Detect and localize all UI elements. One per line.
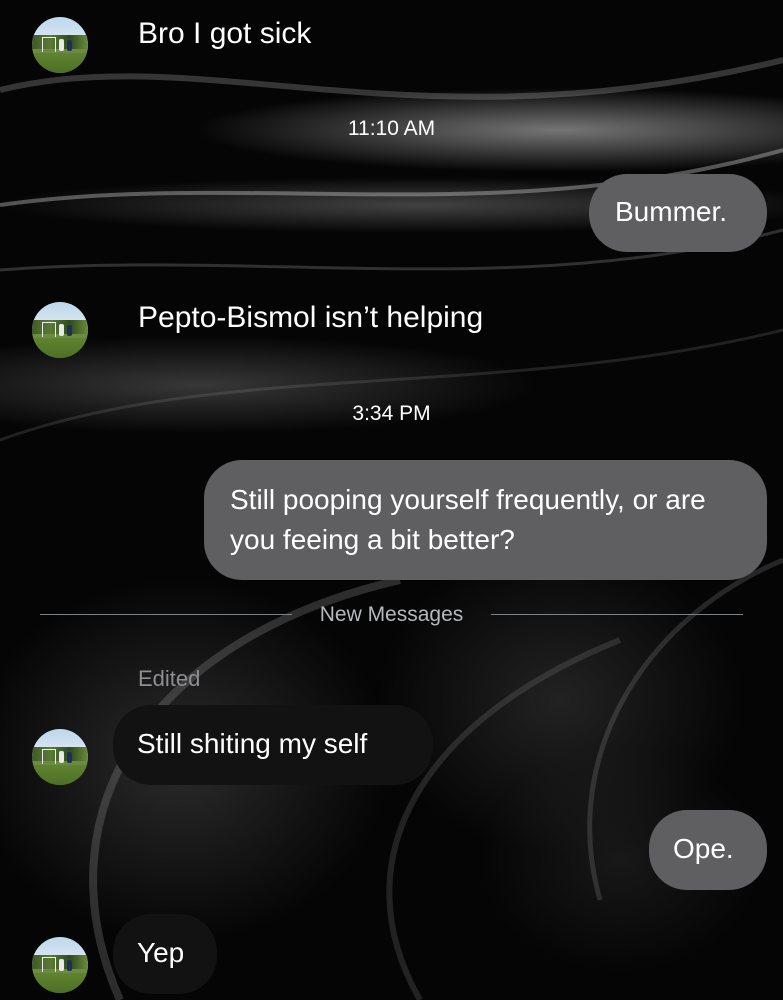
outgoing-message-bubble[interactable]: Ope. bbox=[649, 810, 767, 890]
message-timestamp: 11:10 AM bbox=[347, 117, 436, 140]
outgoing-message-bubble[interactable]: Still pooping yourself frequently, or ar… bbox=[204, 460, 767, 580]
contact-avatar[interactable] bbox=[32, 937, 88, 993]
chat-screen: Bro I got sick 11:10 AM Bummer. Pepto-Bi… bbox=[0, 0, 783, 1000]
message-timestamp: 3:34 PM bbox=[352, 402, 431, 425]
incoming-message[interactable]: Pepto-Bismol isn’t helping bbox=[138, 298, 483, 338]
incoming-message-bubble[interactable]: Still shiting my self bbox=[113, 705, 433, 785]
contact-avatar[interactable] bbox=[32, 302, 88, 358]
edited-label: Edited bbox=[138, 666, 201, 691]
contact-avatar[interactable] bbox=[32, 729, 88, 785]
new-messages-label: New Messages bbox=[319, 603, 464, 626]
incoming-message-bubble[interactable]: Yep bbox=[113, 914, 217, 994]
outgoing-message-bubble[interactable]: Bummer. bbox=[589, 174, 767, 252]
incoming-message[interactable]: Bro I got sick bbox=[138, 14, 311, 54]
contact-avatar[interactable] bbox=[32, 17, 88, 73]
new-messages-divider-right bbox=[491, 614, 743, 615]
